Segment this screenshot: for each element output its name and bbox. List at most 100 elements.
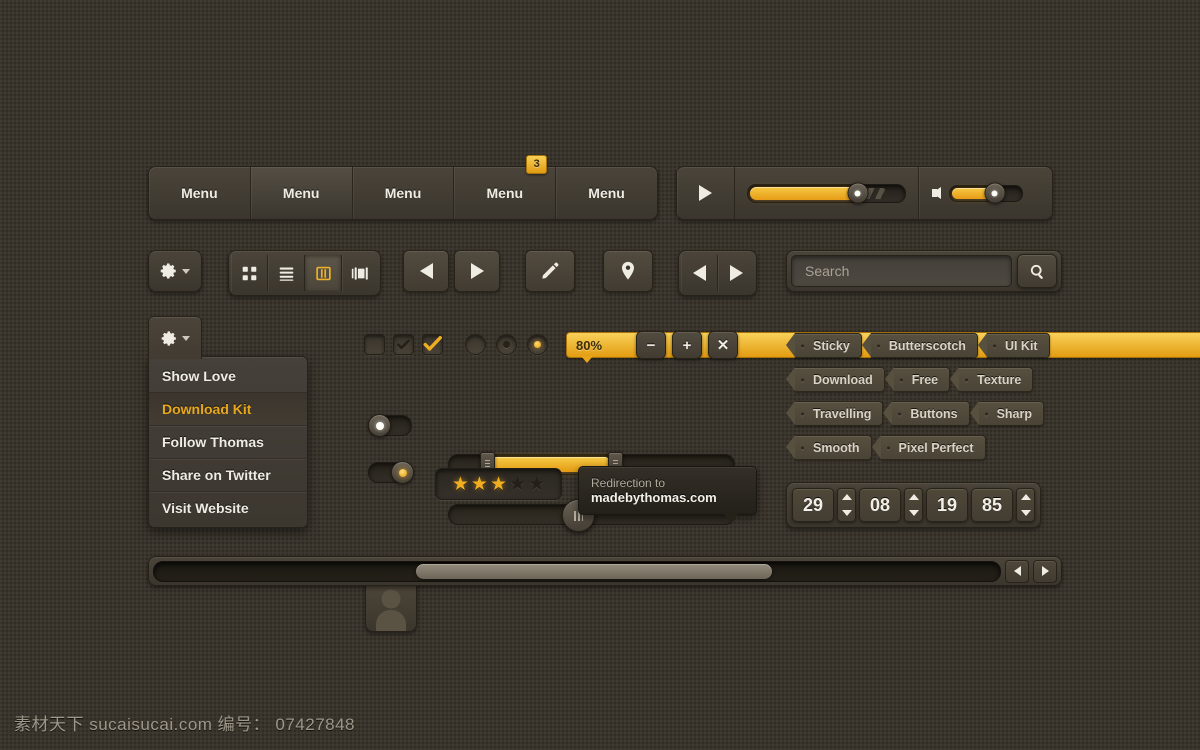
radio-dot — [503, 341, 510, 348]
menu-option-follow-thomas[interactable]: Follow Thomas — [149, 426, 307, 459]
location-button[interactable] — [603, 250, 653, 292]
search-field[interactable] — [791, 255, 1012, 287]
arrow-left-icon — [419, 263, 433, 279]
action-button-group: − + ✕ — [636, 331, 738, 359]
tooltip-line-2: madebythomas.com — [591, 490, 717, 505]
menu-item-3[interactable]: Menu — [353, 167, 455, 219]
list-view-icon — [279, 267, 293, 281]
menu-item-1[interactable]: Menu — [149, 167, 251, 219]
tag-texture[interactable]: Texture — [950, 367, 1034, 392]
tag-download[interactable]: Download — [786, 367, 885, 392]
scrollbar-track[interactable] — [153, 560, 1001, 582]
menu-option-download-kit[interactable]: Download Kit — [149, 393, 307, 426]
menu-option-label: Show Love — [162, 368, 236, 384]
toggle-switch-off[interactable] — [368, 414, 412, 437]
edit-button[interactable] — [525, 250, 575, 292]
arrow-up-icon[interactable] — [841, 494, 852, 500]
tag-butterscotch[interactable]: Butterscotch — [861, 333, 978, 358]
chevron-down-icon — [181, 335, 190, 341]
star-rating[interactable]: ★ ★ ★ ★ ★ — [435, 468, 562, 500]
toggle-knob[interactable] — [391, 461, 414, 484]
checkbox-unchecked[interactable] — [364, 334, 385, 355]
progress-knob[interactable] — [847, 182, 869, 204]
volume-slider[interactable] — [949, 182, 1023, 204]
tag-ui-kit[interactable]: UI Kit — [977, 333, 1050, 358]
star-empty[interactable]: ★ — [509, 475, 526, 494]
tag-sticky[interactable]: Sticky — [786, 333, 862, 358]
tag-label: Texture — [977, 372, 1022, 387]
previous-button[interactable] — [403, 250, 449, 292]
toggle-knob[interactable] — [368, 414, 391, 437]
menu-option-visit-website[interactable]: Visit Website — [149, 492, 307, 524]
radio-amber[interactable] — [527, 334, 548, 355]
column-view-icon — [315, 266, 331, 280]
next-button[interactable] — [454, 250, 500, 292]
dropdown-trigger[interactable] — [148, 316, 202, 359]
avatar[interactable] — [365, 578, 417, 632]
gear-icon — [160, 263, 176, 279]
view-switcher — [228, 250, 381, 296]
plus-button[interactable]: + — [672, 331, 702, 359]
pager-previous-button[interactable] — [681, 255, 718, 291]
toggle-switch-on[interactable] — [368, 461, 414, 484]
tag-label: Download — [813, 372, 873, 387]
gear-dropdown-button[interactable] — [148, 250, 202, 292]
close-button[interactable]: ✕ — [708, 331, 738, 359]
arrow-down-icon[interactable] — [1020, 510, 1031, 516]
scroll-left-button[interactable] — [1005, 559, 1029, 583]
pager-next-button[interactable] — [718, 255, 754, 291]
sidebar-item-coverflow-view[interactable] — [342, 255, 378, 291]
tag-buttons[interactable]: Buttons — [883, 401, 970, 426]
menu-item-5[interactable]: Menu — [556, 167, 657, 219]
menu-option-share-on-twitter[interactable]: Share on Twitter — [149, 459, 307, 492]
radio-empty[interactable] — [465, 334, 486, 355]
tag-sharp[interactable]: Sharp — [969, 401, 1045, 426]
search-button[interactable] — [1017, 254, 1057, 288]
menu-item-label: Menu — [384, 185, 422, 201]
tag-free[interactable]: Free — [884, 367, 951, 392]
menu-bar: Menu Menu Menu Menu 3 Menu — [148, 155, 658, 220]
notification-badge: 3 — [526, 155, 548, 174]
sidebar-item-list-view[interactable] — [268, 255, 305, 291]
menu-item-2[interactable]: Menu — [250, 167, 353, 219]
arrow-down-icon[interactable] — [841, 510, 852, 516]
stepper-day[interactable] — [837, 488, 856, 522]
gear-icon — [161, 330, 176, 346]
scroll-right-button[interactable] — [1033, 559, 1057, 583]
star-filled[interactable]: ★ — [490, 475, 507, 494]
tag-travelling[interactable]: Travelling — [785, 401, 884, 426]
checkbox-checked-dark[interactable] — [393, 334, 414, 355]
toggle-core — [375, 421, 384, 430]
stepper-year[interactable] — [1016, 488, 1035, 522]
menu-item-label: Menu — [486, 185, 524, 201]
minus-button[interactable]: − — [636, 331, 666, 359]
date-field-day[interactable]: 29 — [792, 488, 834, 522]
tag-pixel-perfect[interactable]: Pixel Perfect — [871, 435, 986, 460]
star-filled[interactable]: ★ — [471, 475, 488, 494]
radio-dark[interactable] — [496, 334, 517, 355]
stepper-month[interactable] — [904, 488, 923, 522]
arrow-up-icon[interactable] — [908, 494, 919, 500]
menu-option-show-love[interactable]: Show Love — [149, 360, 307, 393]
date-field-year[interactable]: 85 — [971, 488, 1013, 522]
tag-dot-icon — [801, 378, 804, 381]
sidebar-item-grid-view[interactable] — [231, 255, 268, 291]
dropdown-menu: Show Love Download Kit Follow Thomas Sha… — [148, 356, 308, 528]
date-field-century[interactable]: 19 — [926, 488, 968, 522]
star-filled[interactable]: ★ — [452, 475, 469, 494]
sidebar-item-column-view[interactable] — [305, 255, 342, 291]
progress-slider[interactable] — [747, 182, 906, 204]
search-input[interactable] — [803, 262, 1000, 280]
star-empty[interactable]: ★ — [528, 475, 545, 494]
scrollbar-thumb[interactable] — [416, 563, 772, 579]
date-field-month[interactable]: 08 — [859, 488, 901, 522]
arrow-up-icon[interactable] — [1020, 494, 1031, 500]
arrow-down-icon[interactable] — [908, 510, 919, 516]
play-button[interactable] — [677, 167, 735, 219]
volume-knob[interactable] — [984, 182, 1006, 204]
checkbox-checked-amber[interactable] — [422, 334, 443, 355]
tag-smooth[interactable]: Smooth — [786, 435, 872, 460]
ui-kit-canvas: Menu Menu Menu Menu 3 Menu Search Show L… — [0, 0, 1200, 750]
checkbox-group — [364, 334, 443, 355]
menu-item-4[interactable]: Menu 3 — [454, 155, 557, 219]
